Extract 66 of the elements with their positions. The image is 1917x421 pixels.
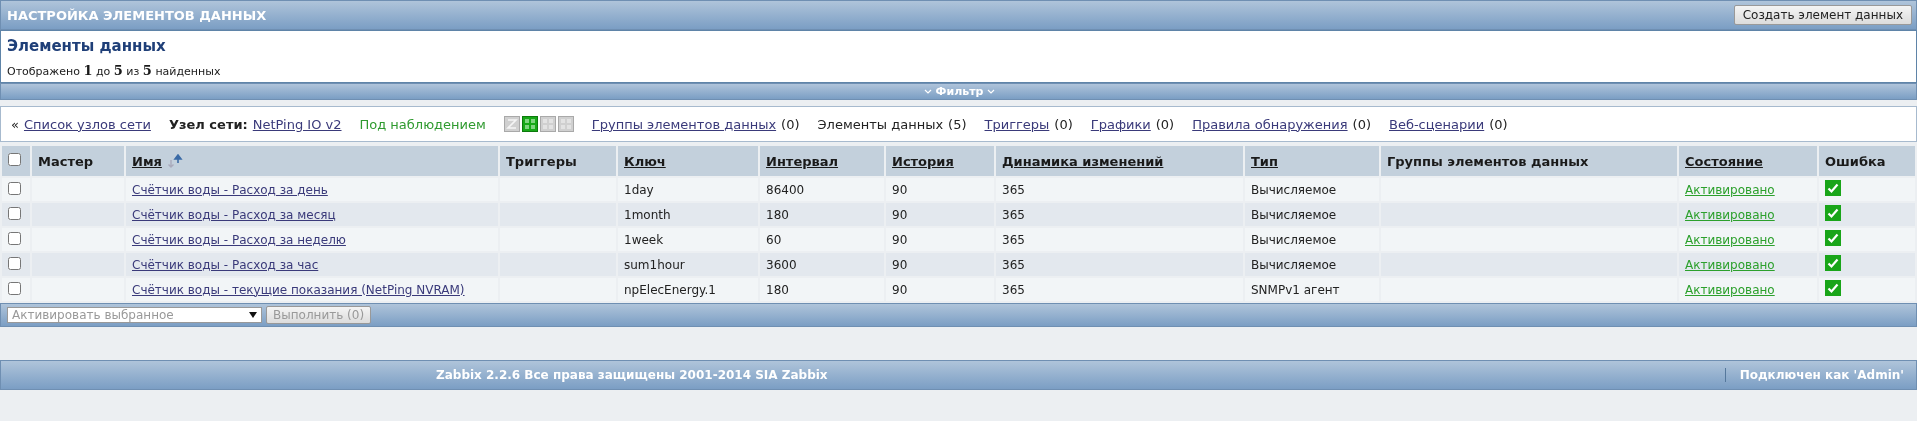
history-text: 90 — [892, 232, 908, 247]
column-header-link[interactable]: Ключ — [624, 153, 666, 169]
nav-link[interactable]: Элементы данных — [817, 116, 944, 132]
type-text: Вычисляемое — [1251, 182, 1337, 197]
column-header: Ошибка — [1825, 153, 1886, 169]
count-text: (0) — [1352, 116, 1371, 132]
trends-text: 365 — [1002, 182, 1025, 197]
dropdown-arrow-icon — [249, 312, 257, 318]
row-checkbox[interactable] — [8, 231, 21, 245]
row-checkbox[interactable] — [8, 206, 21, 220]
key-text: 1month — [624, 207, 671, 222]
interval-text: 86400 — [766, 182, 805, 197]
sort-arrows-icon[interactable] — [166, 154, 183, 168]
chevron-icon — [923, 88, 932, 95]
trends-text: 365 — [1002, 282, 1025, 297]
type-text: SNMPv1 агент — [1251, 282, 1340, 297]
history-text: 90 — [892, 257, 908, 272]
history-text: 90 — [892, 282, 908, 297]
key-text: 1week — [624, 232, 664, 247]
trends-text: 365 — [1002, 232, 1025, 247]
trends-text: 365 — [1002, 257, 1025, 272]
type-text: Вычисляемое — [1251, 257, 1337, 272]
column-header: Мастер — [38, 153, 94, 169]
history-text: 90 — [892, 207, 908, 222]
row-checkbox[interactable] — [8, 256, 21, 270]
copyright-text: Zabbix 2.2.6 Все права защищены 2001-2014 SIA Zabbix — [436, 368, 828, 382]
trends-text: 365 — [1002, 207, 1025, 222]
column-header: Группы элементов данных — [1387, 153, 1589, 169]
nav-link[interactable]: Триггеры — [984, 116, 1050, 132]
host-status: Под наблюдением — [359, 116, 486, 132]
history-text: 90 — [892, 182, 908, 197]
select-all-checkbox[interactable] — [8, 153, 21, 166]
column-header-link[interactable]: Тип — [1251, 153, 1278, 169]
column-header-link[interactable]: Имя — [132, 153, 162, 169]
nav-link[interactable]: Группы элементов данных — [591, 116, 777, 132]
nav-link[interactable]: Веб-сценарии — [1389, 116, 1485, 132]
select-value: Активировать выбранное — [12, 308, 174, 322]
row-checkbox[interactable] — [8, 181, 21, 195]
count-text: (5) — [948, 116, 967, 132]
summary-text: Отображено 1 до 5 из 5 найденных — [7, 63, 222, 78]
count-text: (0) — [1054, 116, 1073, 132]
create-item-button[interactable]: Создать элемент данных — [1733, 5, 1912, 25]
type-text: Вычисляемое — [1251, 207, 1337, 222]
page-title: НАСТРОЙКА ЭЛЕМЕНТОВ ДАННЫХ — [7, 7, 267, 23]
type-text: Вычисляемое — [1251, 232, 1337, 247]
host-list-link[interactable]: Список узлов сети — [23, 116, 151, 132]
chevron-icon — [987, 88, 996, 95]
row-checkbox[interactable] — [8, 281, 21, 295]
user-text: Подключен как 'Admin' — [1724, 368, 1904, 382]
interval-text: 180 — [766, 282, 789, 297]
nav-link[interactable]: Графики — [1090, 116, 1151, 132]
host-link[interactable]: NetPing IO v2 — [252, 116, 342, 132]
nav-link[interactable]: Правила обнаружения — [1192, 116, 1348, 132]
back-marker: « — [11, 116, 19, 132]
key-text: npElecEnergy.1 — [624, 282, 716, 297]
key-text: 1day — [624, 182, 654, 197]
key-text: sum1hour — [624, 257, 685, 272]
interval-text: 60 — [766, 232, 782, 247]
host-label: Узел сети: — [168, 116, 248, 132]
count-text: (0) — [1489, 116, 1508, 132]
interval-text: 3600 — [766, 257, 797, 272]
section-title: Элементы данных — [7, 37, 167, 55]
column-header: Триггеры — [506, 153, 577, 169]
count-text: (0) — [1155, 116, 1175, 132]
interval-text: 180 — [766, 207, 789, 222]
count-text: (0) — [781, 116, 800, 132]
